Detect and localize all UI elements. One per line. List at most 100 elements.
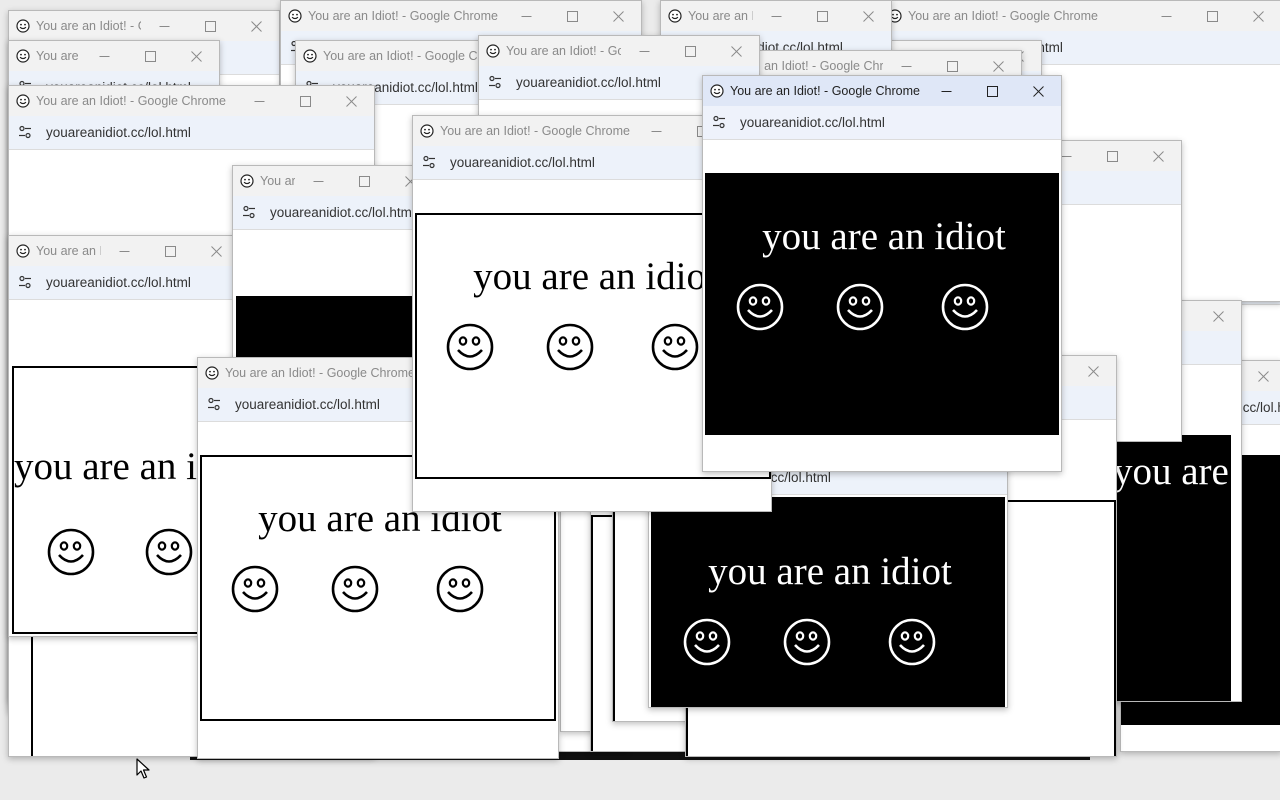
site-settings-icon[interactable] [242, 205, 258, 221]
smiley-face-icon [835, 282, 885, 332]
url-text[interactable]: youareanidiot.cc/lol.html [740, 115, 885, 130]
smiley-face-icon [782, 617, 832, 667]
site-settings-icon[interactable] [488, 75, 504, 91]
window-title: You are an Idiot! - Google Chrome [506, 44, 621, 58]
site-settings-icon[interactable] [207, 397, 223, 413]
minimize-button[interactable] [621, 36, 667, 66]
close-button[interactable] [1015, 76, 1061, 106]
maximize-button[interactable] [282, 86, 328, 116]
browser-popup-window-active[interactable]: You are an Idiot! - Google Chrome youarea… [702, 75, 1062, 472]
url-text[interactable]: youareanidiot.cc/lol.html [235, 397, 380, 412]
minimize-icon [941, 86, 952, 97]
window-titlebar[interactable]: You are an Idiot! - Google Chrome [661, 1, 891, 31]
site-settings-icon[interactable] [18, 275, 34, 291]
maximize-button[interactable] [187, 11, 233, 41]
url-text[interactable]: youareanidiot.cc/lol.html [46, 125, 191, 140]
close-button[interactable] [1070, 356, 1116, 386]
minimize-icon [254, 96, 265, 107]
window-titlebar[interactable]: You are an Idiot! - Google Chrome [479, 36, 759, 66]
close-button[interactable] [1235, 1, 1280, 31]
maximize-icon [164, 245, 176, 257]
minimize-icon [99, 51, 110, 62]
url-text[interactable]: youareanidiot.cc/lol.html [270, 205, 415, 220]
smiley-face-icon [545, 322, 595, 372]
close-button[interactable] [233, 11, 279, 41]
idiot-panel: you are an idiot [1111, 435, 1241, 701]
maximize-button[interactable] [969, 76, 1015, 106]
site-settings-icon[interactable] [18, 125, 34, 141]
smiley-face-icon [445, 322, 495, 372]
minimize-button[interactable] [141, 11, 187, 41]
close-button[interactable] [595, 1, 641, 31]
window-title: You are an Idiot! - Google Chrome [260, 174, 295, 188]
maximize-button[interactable] [341, 166, 387, 196]
url-text[interactable]: youareanidiot.cc/lol.html [46, 275, 191, 290]
maximize-icon [204, 20, 216, 32]
window-titlebar[interactable]: You are an Idiot! - Google Chrome [881, 1, 1280, 31]
close-icon [1087, 365, 1099, 377]
idiot-message: you are an idiot [1113, 450, 1241, 493]
close-button[interactable] [713, 36, 759, 66]
window-titlebar[interactable]: You are an Idiot! - Google Chrome [9, 11, 279, 41]
address-bar[interactable]: youareanidiot.cc/lol.html [9, 116, 374, 150]
maximize-icon [684, 45, 696, 57]
url-text[interactable]: youareanidiot.cc/lol.html [516, 75, 661, 90]
maximize-button[interactable] [549, 1, 595, 31]
maximize-icon [986, 85, 998, 97]
site-settings-icon[interactable] [712, 115, 728, 131]
maximize-button[interactable] [1089, 141, 1135, 171]
close-icon [345, 95, 357, 107]
close-button[interactable] [173, 41, 219, 71]
minimize-button[interactable] [923, 76, 969, 106]
window-titlebar[interactable]: You are an Idiot! - Google Chrome [9, 86, 374, 116]
minimize-button[interactable] [295, 166, 341, 196]
close-icon [1032, 85, 1044, 97]
site-settings-icon[interactable] [422, 155, 438, 171]
close-button[interactable] [845, 1, 891, 31]
window-title: You are an Idiot! - Google Chrome [440, 124, 630, 138]
maximize-button[interactable] [1189, 1, 1235, 31]
window-title: You are an Idiot! - Google Chrome [36, 19, 141, 33]
maximize-icon [566, 10, 578, 22]
smiley-face-icon [144, 527, 194, 577]
window-titlebar[interactable]: You are an Idiot! - Google Chrome [9, 236, 239, 266]
address-bar[interactable]: youareanidiot.cc/lol.html [233, 196, 433, 230]
minimize-button[interactable] [753, 1, 799, 31]
close-button[interactable] [1135, 141, 1181, 171]
maximize-button[interactable] [147, 236, 193, 266]
minimize-button[interactable] [503, 1, 549, 31]
window-titlebar[interactable]: You are an Idiot! - Google Chrome [281, 1, 641, 31]
minimize-button[interactable] [81, 41, 127, 71]
desktop: You are an Idiot! - Google Chrome youarea… [0, 0, 1280, 800]
minimize-button[interactable] [101, 236, 147, 266]
maximize-icon [299, 95, 311, 107]
close-button[interactable] [1195, 301, 1241, 331]
close-icon [250, 20, 262, 32]
maximize-icon [144, 50, 156, 62]
minimize-button[interactable] [1143, 1, 1189, 31]
page-content: you are an idiot [703, 140, 1061, 471]
smiley-favicon-icon [486, 44, 500, 58]
maximize-button[interactable] [127, 41, 173, 71]
minimize-button[interactable] [633, 116, 679, 146]
maximize-button[interactable] [667, 36, 713, 66]
maximize-button[interactable] [799, 1, 845, 31]
close-icon [612, 10, 624, 22]
minimize-icon [901, 61, 912, 72]
close-icon [730, 45, 742, 57]
smiley-face-icon [1238, 532, 1241, 582]
window-titlebar[interactable]: You are an Idiot! - Google Chrome [9, 41, 219, 71]
close-button[interactable] [328, 86, 374, 116]
url-text[interactable]: youareanidiot.cc/lol.html [450, 155, 595, 170]
window-titlebar[interactable]: You are an Idiot! - Google Chrome [703, 76, 1061, 106]
smiley-favicon-icon [288, 9, 302, 23]
close-button[interactable] [1240, 361, 1280, 391]
smiley-face-icon [940, 282, 990, 332]
minimize-button[interactable] [236, 86, 282, 116]
window-title: You are an Idiot! - Google Chrome [323, 49, 488, 63]
address-bar[interactable]: youareanidiot.cc/lol.html [703, 106, 1061, 140]
address-bar[interactable]: youareanidiot.cc/lol.html [9, 266, 239, 300]
window-titlebar[interactable]: You are an Idiot! - Google Chrome [233, 166, 433, 196]
close-icon [1257, 370, 1269, 382]
smiley-favicon-icon [303, 49, 317, 63]
